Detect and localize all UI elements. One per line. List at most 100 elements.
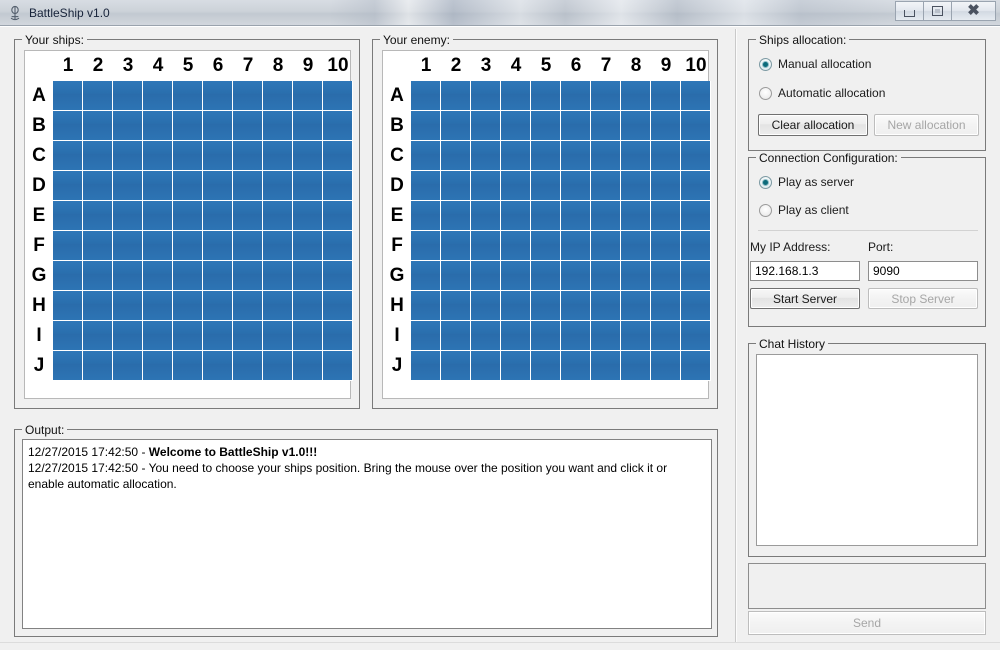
enemy-grid[interactable] xyxy=(411,81,711,381)
enemy-cell-F5[interactable] xyxy=(531,231,561,261)
enemy-cell-H4[interactable] xyxy=(501,291,531,321)
player-cell-J4[interactable] xyxy=(143,351,173,381)
enemy-cell-A4[interactable] xyxy=(501,81,531,111)
enemy-cell-C4[interactable] xyxy=(501,141,531,171)
player-cell-E5[interactable] xyxy=(173,201,203,231)
enemy-cell-A7[interactable] xyxy=(591,81,621,111)
enemy-cell-F9[interactable] xyxy=(651,231,681,261)
player-cell-I4[interactable] xyxy=(143,321,173,351)
enemy-cell-H3[interactable] xyxy=(471,291,501,321)
enemy-cell-I10[interactable] xyxy=(681,321,711,351)
send-button[interactable]: Send xyxy=(748,611,986,635)
player-cell-B8[interactable] xyxy=(263,111,293,141)
player-cell-A1[interactable] xyxy=(53,81,83,111)
player-cell-A4[interactable] xyxy=(143,81,173,111)
enemy-cell-B9[interactable] xyxy=(651,111,681,141)
enemy-cell-C8[interactable] xyxy=(621,141,651,171)
enemy-cell-I2[interactable] xyxy=(441,321,471,351)
enemy-cell-E8[interactable] xyxy=(621,201,651,231)
enemy-cell-C9[interactable] xyxy=(651,141,681,171)
player-cell-E4[interactable] xyxy=(143,201,173,231)
player-cell-F1[interactable] xyxy=(53,231,83,261)
enemy-cell-G7[interactable] xyxy=(591,261,621,291)
enemy-cell-C2[interactable] xyxy=(441,141,471,171)
enemy-board[interactable]: 1 2 3 4 5 6 7 8 9 10 ABCDEFGHIJ xyxy=(382,50,711,399)
player-cell-F4[interactable] xyxy=(143,231,173,261)
enemy-cell-B4[interactable] xyxy=(501,111,531,141)
port-input[interactable]: 9090 xyxy=(868,261,978,281)
chat-message-input[interactable] xyxy=(748,563,986,609)
player-cell-B4[interactable] xyxy=(143,111,173,141)
enemy-cell-A6[interactable] xyxy=(561,81,591,111)
enemy-cell-B10[interactable] xyxy=(681,111,711,141)
enemy-cell-F4[interactable] xyxy=(501,231,531,261)
player-cell-H10[interactable] xyxy=(323,291,353,321)
clear-allocation-button[interactable]: Clear allocation xyxy=(758,114,868,136)
enemy-cell-H6[interactable] xyxy=(561,291,591,321)
player-cell-D7[interactable] xyxy=(233,171,263,201)
enemy-cell-A1[interactable] xyxy=(411,81,441,111)
enemy-cell-G2[interactable] xyxy=(441,261,471,291)
enemy-cell-G8[interactable] xyxy=(621,261,651,291)
player-cell-G7[interactable] xyxy=(233,261,263,291)
player-cell-I5[interactable] xyxy=(173,321,203,351)
player-cell-C4[interactable] xyxy=(143,141,173,171)
radio-automatic-allocation[interactable]: Automatic allocation xyxy=(759,86,885,100)
enemy-cell-C6[interactable] xyxy=(561,141,591,171)
title-bar[interactable]: BattleShip v1.0 ✖ xyxy=(0,0,1000,26)
player-cell-G2[interactable] xyxy=(83,261,113,291)
radio-play-as-client[interactable]: Play as client xyxy=(759,203,849,217)
enemy-cell-B5[interactable] xyxy=(531,111,561,141)
enemy-cell-E2[interactable] xyxy=(441,201,471,231)
enemy-cell-H1[interactable] xyxy=(411,291,441,321)
enemy-cell-D6[interactable] xyxy=(561,171,591,201)
player-cell-D6[interactable] xyxy=(203,171,233,201)
enemy-cell-F2[interactable] xyxy=(441,231,471,261)
player-cell-J8[interactable] xyxy=(263,351,293,381)
enemy-cell-J6[interactable] xyxy=(561,351,591,381)
radio-manual-allocation[interactable]: Manual allocation xyxy=(759,57,871,71)
player-cell-G3[interactable] xyxy=(113,261,143,291)
player-cell-B2[interactable] xyxy=(83,111,113,141)
player-cell-A8[interactable] xyxy=(263,81,293,111)
player-cell-D10[interactable] xyxy=(323,171,353,201)
enemy-cell-B7[interactable] xyxy=(591,111,621,141)
player-cell-F2[interactable] xyxy=(83,231,113,261)
player-cell-C1[interactable] xyxy=(53,141,83,171)
player-cell-E6[interactable] xyxy=(203,201,233,231)
player-cell-I2[interactable] xyxy=(83,321,113,351)
player-cell-A10[interactable] xyxy=(323,81,353,111)
player-cell-G1[interactable] xyxy=(53,261,83,291)
enemy-cell-C10[interactable] xyxy=(681,141,711,171)
player-cell-J10[interactable] xyxy=(323,351,353,381)
enemy-cell-J5[interactable] xyxy=(531,351,561,381)
enemy-cell-D1[interactable] xyxy=(411,171,441,201)
player-cell-H7[interactable] xyxy=(233,291,263,321)
enemy-cell-H9[interactable] xyxy=(651,291,681,321)
enemy-cell-E4[interactable] xyxy=(501,201,531,231)
enemy-cell-F3[interactable] xyxy=(471,231,501,261)
enemy-cell-E9[interactable] xyxy=(651,201,681,231)
player-cell-D1[interactable] xyxy=(53,171,83,201)
enemy-cell-D5[interactable] xyxy=(531,171,561,201)
player-cell-D3[interactable] xyxy=(113,171,143,201)
enemy-cell-B1[interactable] xyxy=(411,111,441,141)
enemy-cell-D7[interactable] xyxy=(591,171,621,201)
player-cell-A9[interactable] xyxy=(293,81,323,111)
player-cell-G10[interactable] xyxy=(323,261,353,291)
player-cell-I9[interactable] xyxy=(293,321,323,351)
enemy-cell-F10[interactable] xyxy=(681,231,711,261)
start-server-button[interactable]: Start Server xyxy=(750,288,860,309)
enemy-cell-A2[interactable] xyxy=(441,81,471,111)
player-cell-J3[interactable] xyxy=(113,351,143,381)
player-cell-G9[interactable] xyxy=(293,261,323,291)
enemy-cell-D10[interactable] xyxy=(681,171,711,201)
enemy-cell-G4[interactable] xyxy=(501,261,531,291)
enemy-cell-C7[interactable] xyxy=(591,141,621,171)
player-cell-D8[interactable] xyxy=(263,171,293,201)
player-cell-H1[interactable] xyxy=(53,291,83,321)
enemy-cell-F1[interactable] xyxy=(411,231,441,261)
player-cell-C5[interactable] xyxy=(173,141,203,171)
enemy-cell-I5[interactable] xyxy=(531,321,561,351)
panel-splitter[interactable] xyxy=(735,29,737,647)
